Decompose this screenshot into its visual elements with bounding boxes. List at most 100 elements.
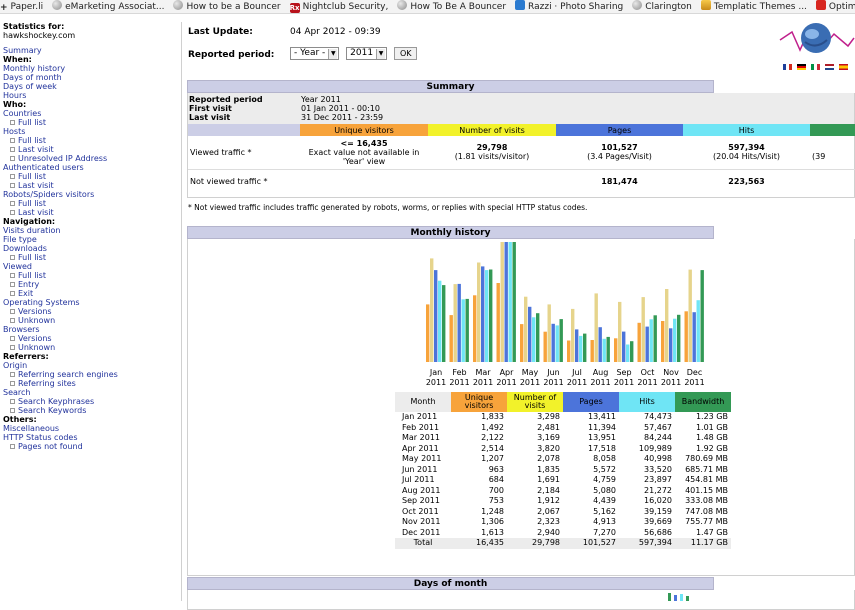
visits-col-header: Number of visits bbox=[507, 392, 563, 412]
chart-bar bbox=[485, 270, 489, 362]
menu-browsers-unknown-link[interactable]: Unknown bbox=[3, 343, 181, 352]
chart-bar bbox=[528, 306, 532, 362]
flag-es-icon[interactable] bbox=[839, 64, 848, 70]
chart-bar bbox=[442, 285, 446, 362]
menu-hosts-link[interactable]: Hosts bbox=[3, 127, 181, 136]
menu-robots-last-visit-link[interactable]: Last visit bbox=[3, 208, 181, 217]
flag-de-icon[interactable] bbox=[797, 64, 806, 70]
bookmark-item[interactable]: Rx Nightclub Security, bbox=[289, 1, 388, 13]
bookmark-item[interactable]: Clarington bbox=[632, 0, 692, 13]
menu-auth-last-visit-link[interactable]: Last visit bbox=[3, 181, 181, 190]
menu-downloads-full-list-link[interactable]: Full list bbox=[3, 253, 181, 262]
bookmark-item[interactable]: Razzi · Photo Sharing bbox=[515, 0, 623, 13]
table-row: Apr 2011 2,514 3,820 17,518 109,989 1.92 GB bbox=[395, 444, 731, 455]
list-icon bbox=[10, 444, 15, 449]
bookmark-label: Paper.li bbox=[10, 2, 44, 12]
chart-bar bbox=[532, 317, 536, 362]
menu-browsers-link[interactable]: Browsers bbox=[3, 325, 181, 334]
cell-u: 1,613 bbox=[481, 527, 504, 537]
cell-b: 685.71 MB bbox=[685, 464, 728, 474]
last-update-value: 04 Apr 2012 - 09:39 bbox=[290, 27, 381, 37]
col-unique-visitors: Unique visitors bbox=[300, 124, 428, 136]
flag-it-icon[interactable] bbox=[811, 64, 820, 70]
cell-u: 963 bbox=[488, 464, 504, 474]
menu-robots-link[interactable]: Robots/Spiders visitors bbox=[3, 190, 181, 199]
cell-b: 747.08 MB bbox=[685, 506, 728, 516]
rx-icon: Rx bbox=[289, 3, 300, 13]
menu-authenticated-users-link[interactable]: Authenticated users bbox=[3, 163, 181, 172]
menu-monthly-history-link[interactable]: Monthly history bbox=[3, 64, 181, 73]
cell-p: 5,572 bbox=[593, 464, 616, 474]
menu-search-link[interactable]: Search bbox=[3, 388, 181, 397]
chart-bar bbox=[669, 328, 673, 362]
pages-col-header: Pages bbox=[563, 392, 619, 412]
bookmark-item[interactable]: How to be a Bouncer bbox=[173, 0, 281, 13]
menu-days-of-week-link[interactable]: Days of week bbox=[3, 82, 181, 91]
menu-viewed-exit-link[interactable]: Exit bbox=[3, 289, 181, 298]
summary-table: Unique visitors Number of visits Pages H… bbox=[188, 124, 855, 193]
bookmark-item[interactable]: Optimize You bbox=[815, 0, 855, 13]
cell-u: 753 bbox=[488, 496, 504, 506]
ok-button[interactable]: OK bbox=[393, 47, 418, 60]
not-viewed-pages: 181,474 bbox=[601, 176, 638, 186]
menu-http-status-link[interactable]: HTTP Status codes bbox=[3, 433, 181, 442]
bookmark-item[interactable]: eMarketing Associat... bbox=[52, 0, 164, 13]
menu-robots-full-list-link[interactable]: Full list bbox=[3, 199, 181, 208]
year-select[interactable]: 2011 ▼ bbox=[346, 47, 388, 60]
x-tick-sublabel: 2011 bbox=[449, 378, 469, 387]
table-row: Mar 2011 2,122 3,169 13,951 84,244 1.48 GB bbox=[395, 433, 731, 444]
cell-h: 39,669 bbox=[644, 517, 672, 527]
menu-downloads-link[interactable]: Downloads bbox=[3, 244, 181, 253]
menu-visits-duration-link[interactable]: Visits duration bbox=[3, 226, 181, 235]
menu-referring-sites-link[interactable]: Referring sites bbox=[3, 379, 181, 388]
chart-bar bbox=[453, 284, 457, 362]
menu-viewed-entry-link[interactable]: Entry bbox=[3, 280, 181, 289]
chart-bar bbox=[481, 266, 485, 362]
chart-bar bbox=[449, 315, 453, 362]
menu-viewed-full-list-link[interactable]: Full list bbox=[3, 271, 181, 280]
cell-h: 39,159 bbox=[644, 506, 672, 516]
menu-auth-full-list-link[interactable]: Full list bbox=[3, 172, 181, 181]
menu-days-of-month-link[interactable]: Days of month bbox=[3, 73, 181, 82]
period-info: Reported period Year 2011 First visit 01 J… bbox=[188, 93, 854, 124]
menu-viewed-link[interactable]: Viewed bbox=[3, 262, 181, 271]
chart-bar bbox=[649, 319, 653, 362]
menu-browsers-versions-link[interactable]: Versions bbox=[3, 334, 181, 343]
flag-fr-icon[interactable] bbox=[783, 64, 792, 70]
menu-referring-engines-link[interactable]: Referring search engines bbox=[3, 370, 181, 379]
cell-m: Dec 2011 bbox=[402, 527, 441, 537]
menu-hosts-last-visit-link[interactable]: Last visit bbox=[3, 145, 181, 154]
menu-referrers-heading: Referrers: bbox=[3, 352, 49, 361]
menu-search-keywords-link[interactable]: Search Keywords bbox=[3, 406, 181, 415]
period-select[interactable]: - Year - ▼ bbox=[290, 47, 340, 60]
menu-search-keyphrases-link[interactable]: Search Keyphrases bbox=[3, 397, 181, 406]
list-icon bbox=[10, 372, 15, 377]
list-icon bbox=[10, 408, 15, 413]
menu-miscellaneous-link[interactable]: Miscellaneous bbox=[3, 424, 181, 433]
bookmark-label: How to be a Bouncer bbox=[186, 2, 281, 12]
viewed-traffic-label: Viewed traffic * bbox=[190, 147, 252, 157]
cell-h: 21,272 bbox=[644, 485, 672, 495]
menu-origin-link[interactable]: Origin bbox=[3, 361, 181, 370]
x-tick-label: Dec bbox=[687, 368, 702, 377]
menu-summary-link[interactable]: Summary bbox=[3, 46, 181, 55]
menu-hosts-unresolved-link[interactable]: Unresolved IP Address bbox=[3, 154, 181, 163]
menu-countries-full-list-link[interactable]: Full list bbox=[3, 118, 181, 127]
menu-hours-link[interactable]: Hours bbox=[3, 91, 181, 100]
x-tick-sublabel: 2011 bbox=[496, 378, 516, 387]
menu-os-versions-link[interactable]: Versions bbox=[3, 307, 181, 316]
menu-os-unknown-link[interactable]: Unknown bbox=[3, 316, 181, 325]
menu-hosts-full-list-link[interactable]: Full list bbox=[3, 136, 181, 145]
bookmark-item[interactable]: + Paper.li bbox=[0, 1, 43, 13]
bookmark-item[interactable]: Templatic Themes ... bbox=[700, 0, 807, 13]
flag-nl-icon[interactable] bbox=[825, 64, 834, 70]
chevron-down-icon: ▼ bbox=[328, 49, 338, 59]
chart-bar bbox=[473, 295, 477, 362]
menu-os-link[interactable]: Operating Systems bbox=[3, 298, 181, 307]
pages-per-visit: (3.4 Pages/Visit) bbox=[587, 152, 652, 162]
list-icon bbox=[10, 147, 15, 152]
bookmark-item[interactable]: How To Be A Bouncer bbox=[397, 0, 506, 13]
menu-pages-not-found-link[interactable]: Pages not found bbox=[3, 442, 181, 451]
menu-countries-link[interactable]: Countries bbox=[3, 109, 181, 118]
menu-file-type-link[interactable]: File type bbox=[3, 235, 181, 244]
